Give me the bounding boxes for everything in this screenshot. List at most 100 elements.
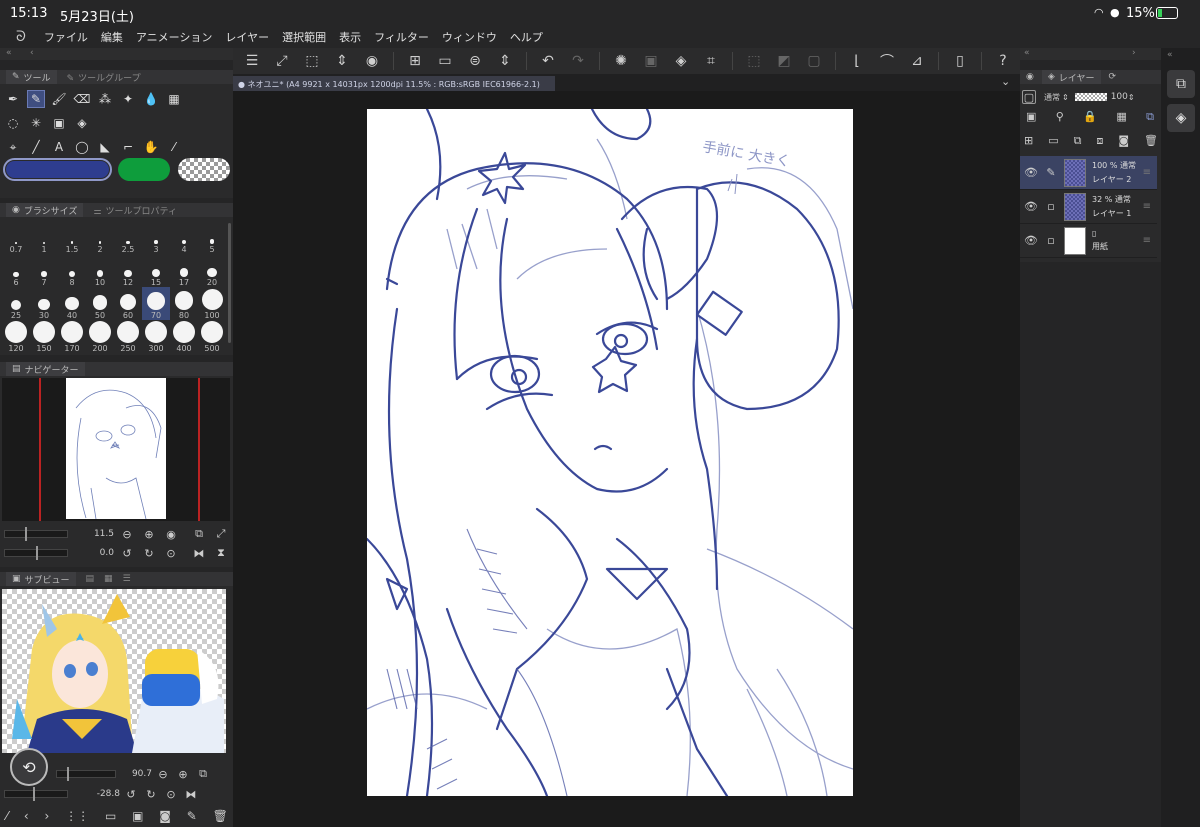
canvas-sheet[interactable]: 手前に 大きく (367, 109, 853, 796)
material-panel-icon[interactable]: ⧉ (1167, 70, 1195, 98)
subview-flip-icon[interactable]: ⧓ (184, 787, 198, 801)
reference-layer-icon[interactable]: ⚲ (1056, 110, 1064, 124)
invert-selection-icon[interactable]: ◩ (773, 52, 795, 70)
cloud-sync-icon[interactable]: ◉ (361, 52, 383, 70)
tab-tool-property[interactable]: ⚌ ツールプロパティ (93, 204, 177, 217)
subview-rotate-right-icon[interactable]: ↻ (144, 787, 158, 801)
dock-collapse-icon[interactable]: « (6, 48, 12, 58)
subview-grid-icon[interactable]: ⋮⋮ (65, 809, 89, 823)
right-dock-expand-icon[interactable]: « (1024, 48, 1030, 58)
subview-zoom-in-icon[interactable]: ⊕ (176, 767, 190, 781)
ruler-snap-icon[interactable]: ⌊ (846, 52, 868, 70)
strip-collapse-icon[interactable]: « (1167, 50, 1173, 60)
gradient-tool-icon[interactable]: ▣ (50, 114, 68, 132)
layer-visibility-eye-icon[interactable]: 👁 (1024, 166, 1038, 180)
new-canvas-icon[interactable]: ⊞ (404, 52, 426, 70)
ruler-tool-icon[interactable]: ◣ (96, 138, 114, 156)
brush-size-cell[interactable]: 400 (170, 320, 198, 353)
blend-mode-stepper-icon[interactable]: ⇕ (1062, 93, 1069, 102)
subview-zoom-out-icon[interactable]: ⊖ (156, 767, 170, 781)
subview-rotate-knob[interactable] (33, 787, 35, 801)
transform-icon[interactable]: ⬚ (301, 52, 323, 70)
brush-size-cell[interactable]: 40 (58, 287, 86, 320)
brush-size-cell[interactable]: 170 (58, 320, 86, 353)
subview-next-icon[interactable]: › (44, 809, 49, 823)
fill-icon[interactable]: ◈ (670, 52, 692, 70)
main-color-swatch[interactable] (3, 158, 112, 181)
brush-size-cell[interactable]: 0.7 (2, 221, 30, 254)
navigator-zoom-slider[interactable] (4, 527, 68, 541)
flip-vertical-icon[interactable]: ⧗ (214, 546, 228, 560)
brush-size-cell[interactable]: 60 (114, 287, 142, 320)
brush-size-cell[interactable]: 6 (2, 254, 30, 287)
subview-delete-icon[interactable]: 🗑 (213, 809, 228, 823)
zoom-in-icon[interactable]: ⊕ (142, 527, 156, 541)
subview-reference-image[interactable] (2, 589, 226, 753)
navigator-rotate-knob[interactable] (36, 546, 38, 560)
crop-icon[interactable]: ▢ (803, 52, 825, 70)
brush-size-cell[interactable]: 250 (114, 320, 142, 353)
layer-row[interactable]: 👁 ▫ ▯ 用紙 ≡ (1020, 224, 1157, 258)
brush-size-cell[interactable]: 2 (86, 221, 114, 254)
special-ruler-snap-icon[interactable]: ⌒ (876, 52, 898, 70)
layer-row[interactable]: 👁 ▫ 32 % 通常 レイヤー 1 ≡ (1020, 190, 1157, 224)
tab-tool-group[interactable]: ✎ ツールグループ (67, 71, 141, 84)
tab-history-icon[interactable]: ☰ (123, 574, 131, 584)
subview-eyedropper-icon[interactable]: ⁄ (6, 809, 8, 823)
lasso-tool-icon[interactable]: ◌ (4, 114, 22, 132)
layer-drag-handle-icon[interactable]: ≡ (1143, 201, 1151, 212)
brush-size-cell[interactable]: 1 (30, 221, 58, 254)
new-raster-layer-icon[interactable]: ⊞ (1024, 134, 1033, 148)
mask-layer-icon[interactable]: ⧉ (1146, 110, 1154, 124)
help-icon[interactable]: ? (992, 52, 1014, 70)
menu-file[interactable]: ファイル (44, 29, 88, 45)
brush-panel-scrollbar[interactable] (228, 223, 231, 343)
brush-size-cell[interactable]: 150 (30, 320, 58, 353)
open-file-icon[interactable]: ▭ (434, 52, 456, 70)
brush-size-cell[interactable]: 20 (198, 254, 226, 287)
layer-lock-slot-icon[interactable]: ▫ (1044, 234, 1058, 248)
reset-rotation-icon[interactable]: ⊙ (164, 546, 178, 560)
brush-size-cell[interactable]: 30 (30, 287, 58, 320)
grid-snap-icon[interactable]: ⊿ (906, 52, 928, 70)
brush-size-cell[interactable]: 2.5 (114, 221, 142, 254)
opacity-slider[interactable] (1074, 93, 1107, 101)
flip-horizontal-icon[interactable]: ⧓ (192, 546, 206, 560)
brush-tool-icon[interactable]: 🖌 (50, 90, 68, 108)
navigator-preview[interactable] (2, 378, 230, 521)
layer-color-icon[interactable]: ▢ (1022, 90, 1036, 104)
sub-color-swatch[interactable] (118, 158, 170, 181)
tab-brush-size[interactable]: ◉ ブラシサイズ (6, 203, 84, 217)
tab-item-bank-icon[interactable]: ▤ (86, 574, 95, 584)
loading-icon[interactable]: ✺ (610, 52, 632, 70)
blend-mode-select[interactable]: 通常 (1044, 92, 1060, 103)
correct-line-tool-icon[interactable]: ⌐ (119, 138, 137, 156)
subview-reset-rotation-icon[interactable]: ⊙ (164, 787, 178, 801)
magic-wand-tool-icon[interactable]: ✳ (27, 114, 45, 132)
hamburger-menu-icon[interactable]: ☰ (241, 52, 263, 70)
decoration-tool-icon[interactable]: ✦ (119, 90, 137, 108)
navigator-rotate-slider[interactable] (4, 546, 68, 560)
brush-size-cell[interactable]: 3 (142, 221, 170, 254)
menu-edit[interactable]: 編集 (101, 29, 123, 45)
subview-zoom-slider[interactable] (56, 767, 116, 781)
tab-navigator[interactable]: ▤ ナビゲーター (6, 362, 85, 376)
editing-layer-pencil-icon[interactable]: ✎ (1044, 166, 1058, 180)
eyedropper-tool-icon[interactable]: ⁄ (165, 138, 183, 156)
navigator-zoom-knob[interactable] (25, 527, 27, 541)
brush-size-cell[interactable]: 12 (114, 254, 142, 287)
subview-prev-icon[interactable]: ‹ (24, 809, 29, 823)
redo-icon[interactable]: ↷ (567, 52, 589, 70)
brush-size-cell[interactable]: 70 (142, 287, 170, 320)
brush-size-cell[interactable]: 120 (2, 320, 30, 353)
menu-filter[interactable]: フィルター (374, 29, 429, 45)
actual-size-icon[interactable]: ◉ (164, 527, 178, 541)
subview-rotate-slider[interactable] (4, 787, 68, 801)
layer-row[interactable]: 👁 ✎ 100 % 通常 レイヤー 2 ≡ (1020, 156, 1157, 190)
brush-size-cell[interactable]: 7 (30, 254, 58, 287)
brush-size-cell[interactable]: 500 (198, 320, 226, 353)
brush-size-cell[interactable]: 25 (2, 287, 30, 320)
canvas-document-tab[interactable]: ● ネオユニ* (A4 9921 x 14031px 1200dpi 11.5%… (233, 76, 555, 91)
new-folder-icon[interactable]: ▭ (1048, 134, 1058, 148)
stepper-icon[interactable]: ⇕ (331, 52, 353, 70)
